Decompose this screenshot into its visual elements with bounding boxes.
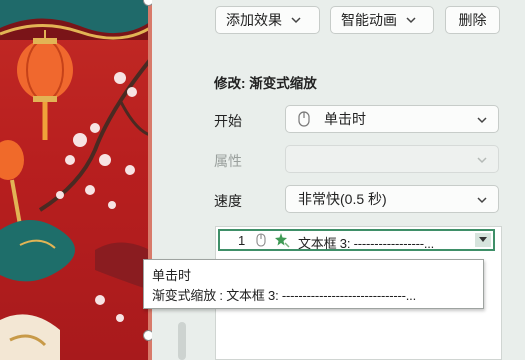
start-select[interactable]: 单击时 — [285, 105, 499, 133]
chevron-down-icon — [291, 17, 301, 24]
vertical-scrollbar-thumb[interactable] — [178, 322, 186, 360]
animation-list-item[interactable]: 1 文本框 3: -----------------... — [218, 229, 495, 251]
item-number: 1 — [238, 233, 246, 248]
delete-button[interactable]: 删除 — [445, 6, 500, 34]
chevron-down-icon — [477, 157, 487, 164]
property-select — [285, 145, 499, 173]
chevron-down-icon — [477, 197, 487, 204]
add-effect-label: 添加效果 — [226, 12, 282, 28]
chevron-down-icon — [406, 17, 416, 24]
speed-label: 速度 — [214, 193, 242, 209]
start-value: 单击时 — [324, 111, 366, 127]
animation-tooltip: 单击时 渐变式缩放 : 文本框 3: ---------------------… — [143, 259, 484, 309]
property-label: 属性 — [214, 153, 242, 169]
slide-artwork — [0, 0, 150, 360]
add-effect-button[interactable]: 添加效果 — [215, 6, 320, 34]
mouse-icon — [298, 111, 310, 127]
delete-label: 删除 — [458, 12, 487, 28]
chevron-down-icon — [477, 117, 487, 124]
start-label: 开始 — [214, 113, 242, 129]
slide-thumbnail[interactable] — [0, 0, 150, 360]
zoom-effect-icon — [275, 233, 290, 248]
item-dropdown-button[interactable] — [475, 233, 491, 247]
effect-heading: 修改: 渐变式缩放 — [214, 76, 317, 91]
speed-value: 非常快(0.5 秒) — [298, 191, 387, 207]
speed-select[interactable]: 非常快(0.5 秒) — [285, 185, 499, 213]
triangle-down-icon — [479, 237, 487, 242]
mouse-icon — [256, 233, 266, 247]
item-text: 文本框 3: -----------------... — [298, 236, 435, 251]
smart-animation-button[interactable]: 智能动画 — [330, 6, 434, 34]
smart-animation-label: 智能动画 — [341, 12, 397, 28]
tooltip-effect-text: 渐变式缩放 : 文本框 3: -------------------------… — [152, 288, 417, 303]
tooltip-trigger-text: 单击时 — [152, 268, 192, 283]
